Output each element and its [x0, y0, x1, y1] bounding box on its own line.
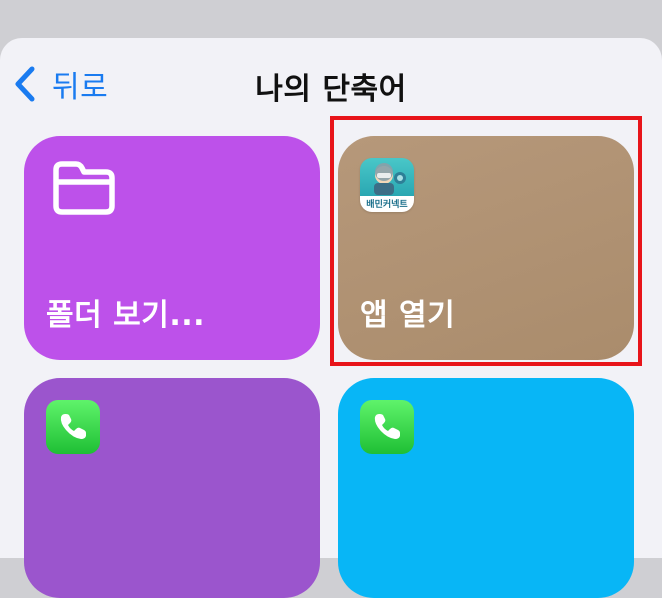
shortcut-tile-folder-label: 폴더 보기...: [46, 298, 206, 333]
shortcuts-sheet: 뒤로 나의 단축어 폴더 보기... 배민커넥트 앱 열기: [0, 38, 662, 598]
shortcut-tile-folder[interactable]: 폴더 보기...: [24, 136, 320, 360]
phone-handset-icon: [60, 414, 86, 439]
navigation-bar: 뒤로 나의 단축어: [0, 38, 662, 130]
folder-icon: [53, 161, 115, 215]
app-icon-text: 배민커넥트: [366, 200, 408, 210]
app-icon: 배민커넥트: [360, 158, 414, 212]
shortcut-tile-call-2[interactable]: [338, 378, 634, 598]
phone-handset-icon: [374, 414, 400, 439]
shortcut-tile-open-app-label: 앱 열기: [360, 298, 456, 333]
phone-icon: [46, 400, 100, 454]
page-title: 나의 단축어: [255, 72, 407, 107]
shortcut-tile-open-app[interactable]: 배민커넥트 앱 열기: [338, 136, 634, 360]
shortcut-tile-call-1[interactable]: [24, 378, 320, 598]
phone-icon: [360, 400, 414, 454]
